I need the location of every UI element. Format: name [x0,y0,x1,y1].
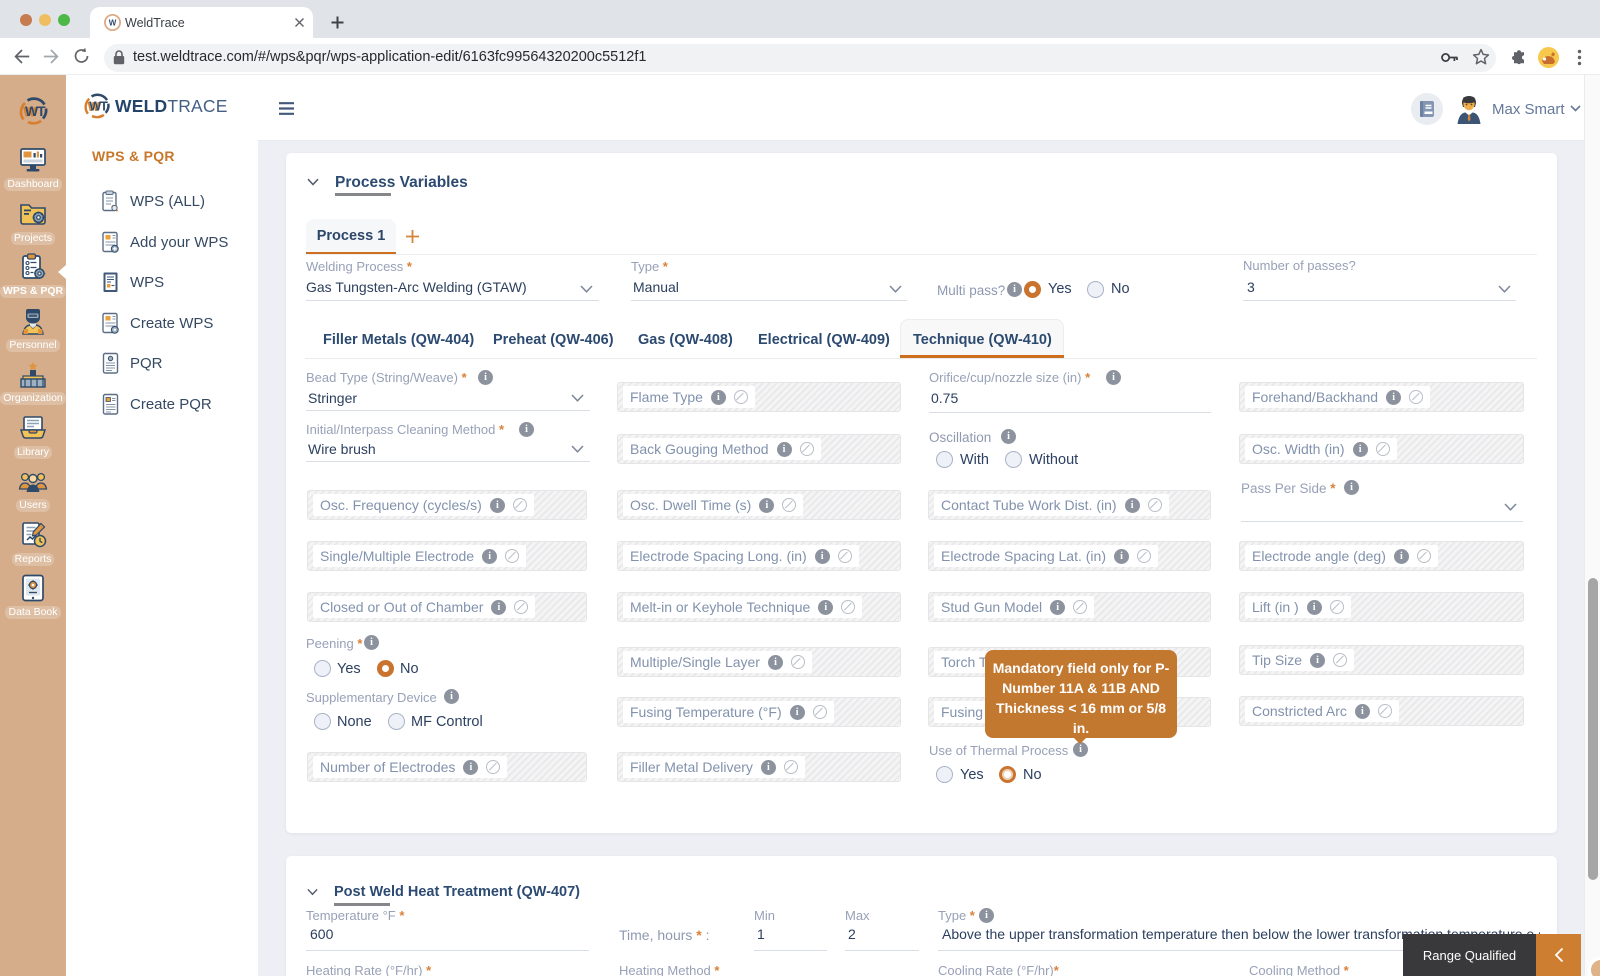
svg-text:T: T [100,99,108,114]
svg-text:W: W [109,19,117,28]
svg-text:T: T [37,103,46,119]
